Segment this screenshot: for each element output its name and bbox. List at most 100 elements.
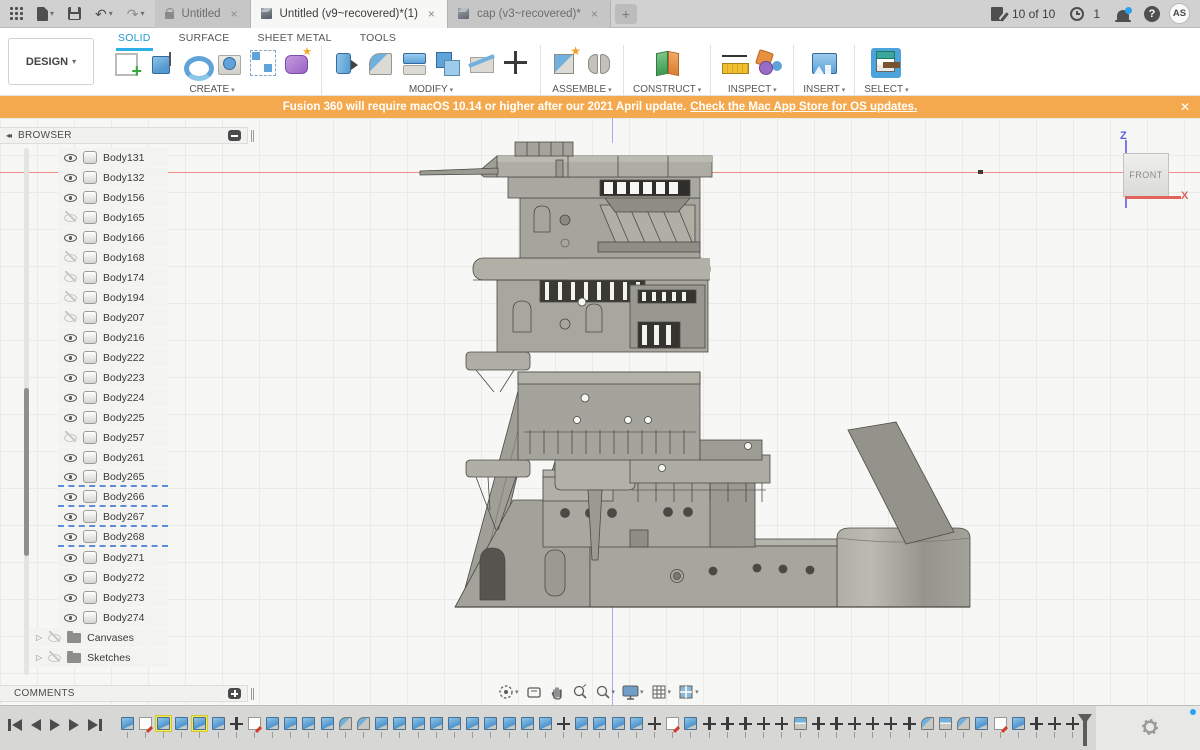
pattern-icon[interactable] [248,48,278,78]
ribbon-group-label-modify[interactable]: MODIFY [409,84,453,95]
timeline-feature-move[interactable] [1027,716,1045,738]
visibility-eye-off-icon[interactable] [48,631,61,644]
timeline-feature-sketch[interactable] [245,716,263,738]
timeline-feature-move[interactable] [736,716,754,738]
visibility-eye-off-icon[interactable] [64,271,77,284]
timeline-feature-extrude[interactable] [300,716,318,738]
visibility-eye-icon[interactable] [64,231,77,244]
browser-body-row[interactable]: Body268 [58,528,168,547]
visibility-eye-icon[interactable] [64,470,77,483]
visibility-eye-icon[interactable] [64,351,77,364]
visibility-eye-icon[interactable] [64,530,77,543]
select-tool-icon[interactable] [871,48,901,78]
revolve-icon[interactable] [180,48,210,78]
timeline-feature-move[interactable] [755,716,773,738]
timeline-feature-extrude[interactable] [282,716,300,738]
browser-body-row[interactable]: Body257 [58,428,168,447]
visibility-eye-icon[interactable] [64,391,77,404]
create-sketch-icon[interactable] [112,48,142,78]
timeline-feature-shell[interactable] [791,716,809,738]
form-icon[interactable] [282,48,312,78]
hole-icon[interactable] [214,48,244,78]
browser-body-row[interactable]: Body132 [58,168,168,187]
new-tab-button[interactable]: + [615,4,637,24]
visibility-eye-off-icon[interactable] [64,291,77,304]
visibility-eye-off-icon[interactable] [64,431,77,444]
browser-body-row[interactable]: Body261 [58,448,168,467]
timeline-feature-move[interactable] [846,716,864,738]
timeline-feature-extrude[interactable] [373,716,391,738]
timeline-settings-gear-icon[interactable] [1142,719,1158,735]
split-body-icon[interactable] [467,48,497,78]
look-at-icon[interactable] [526,684,542,700]
browser-body-row[interactable]: Body223 [58,368,168,387]
grid-settings-icon[interactable]: ▾ [651,684,672,700]
fillet-icon[interactable] [365,48,395,78]
comments-panel-header[interactable]: COMMENTS [0,685,248,702]
timeline-feature-move[interactable] [827,716,845,738]
browser-body-row[interactable]: Body274 [58,608,168,627]
timeline-feature-extrude[interactable] [409,716,427,738]
timeline-feature-extrude[interactable] [973,716,991,738]
add-comment-icon[interactable] [228,688,241,699]
browser-body-row[interactable]: Body265 [58,468,168,487]
notifications-bell-icon[interactable] [1117,10,1129,20]
step-forward-button[interactable] [69,719,79,731]
browser-body-row[interactable]: Body267 [58,508,168,527]
browser-body-row[interactable]: Body222 [58,348,168,367]
display-settings-icon[interactable]: ▾ [622,684,644,700]
visibility-eye-icon[interactable] [64,151,77,164]
shell-icon[interactable] [399,48,429,78]
viewcube[interactable]: Z FRONT X [1112,130,1196,216]
press-pull-icon[interactable] [331,48,361,78]
visibility-eye-icon[interactable] [64,331,77,344]
timeline-feature-extrude[interactable] [391,716,409,738]
timeline-feature-fillet[interactable] [336,716,354,738]
visibility-eye-icon[interactable] [64,371,77,384]
timeline-feature-fillet[interactable] [918,716,936,738]
browser-folder-row[interactable]: ▷Canvases [30,628,168,647]
skip-to-end-button[interactable] [88,719,102,731]
document-tab-1[interactable]: Untitled× [155,0,251,28]
expand-triangle-icon[interactable]: ▷ [36,633,42,642]
timeline-feature-move[interactable] [555,716,573,738]
timeline-feature-move[interactable] [773,716,791,738]
timeline-feature-extrude[interactable] [1009,716,1027,738]
document-tab-2[interactable]: Untitled (v9~recovered)*(1)× [251,0,448,28]
timeline-feature-extrude[interactable] [445,716,463,738]
ribbon-group-label-insert[interactable]: INSERT [803,84,845,95]
timeline-feature-extrude[interactable] [591,716,609,738]
pan-hand-icon[interactable] [549,684,565,700]
new-component-icon[interactable] [550,48,580,78]
browser-body-row[interactable]: Body224 [58,388,168,407]
ribbon-group-label-select[interactable]: SELECT [864,84,908,95]
visibility-eye-icon[interactable] [64,191,77,204]
browser-scrollbar[interactable] [24,148,29,675]
help-icon[interactable]: ? [1144,6,1160,22]
extrude-icon[interactable] [146,48,176,78]
timeline-feature-extrude[interactable] [427,716,445,738]
joint-icon[interactable] [584,48,614,78]
app-grid-icon[interactable] [10,7,23,20]
job-status-icon[interactable] [991,7,1003,21]
model-viewport[interactable]: Z FRONT X ▾ ▾ ▾ ▾ ▾ ◂◂ BROWS [0,118,1200,705]
ship-superstructure-model[interactable] [418,130,978,610]
visibility-eye-icon[interactable] [64,171,77,184]
visibility-eye-off-icon[interactable] [48,651,61,664]
visibility-eye-icon[interactable] [64,611,77,624]
zoom-icon[interactable] [572,684,588,700]
visibility-eye-icon[interactable] [64,490,77,503]
timeline-feature-extrude[interactable] [682,716,700,738]
ribbon-group-label-assemble[interactable]: ASSEMBLE [552,84,611,95]
timeline-feature-extrude[interactable] [191,716,209,738]
new-document-button[interactable]: ▾ [37,7,54,21]
play-button[interactable] [50,719,60,731]
timeline-feature-extrude[interactable] [573,716,591,738]
ribbon-group-label-inspect[interactable]: INSPECT [728,84,777,95]
timeline-feature-extrude[interactable] [500,716,518,738]
browser-body-row[interactable]: Body165 [58,208,168,227]
timeline-feature-move[interactable] [718,716,736,738]
timeline-feature-extrude[interactable] [627,716,645,738]
timeline-feature-move[interactable] [700,716,718,738]
plane-icon[interactable] [652,48,682,78]
